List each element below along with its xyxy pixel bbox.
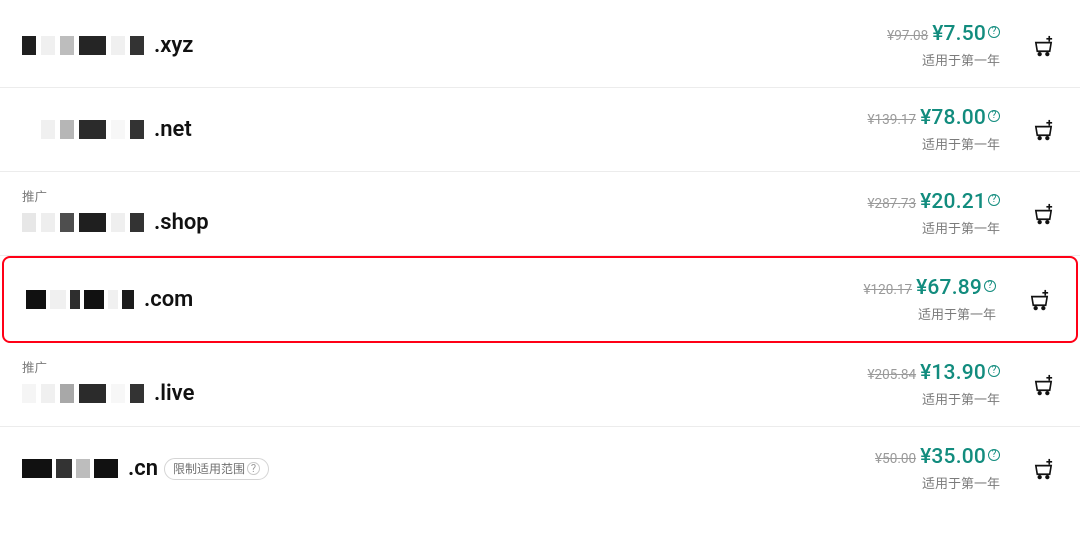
redacted-domain-name (26, 290, 134, 309)
add-to-cart-button[interactable] (1028, 370, 1058, 400)
domain-row-right: ¥120.17¥67.89? 适用于第一年 (863, 276, 1054, 323)
redacted-domain-name (22, 459, 118, 478)
price-group: ¥120.17¥67.89? 适用于第一年 (863, 276, 996, 323)
original-price: ¥120.17 (863, 282, 912, 298)
domain-row-left: .net (22, 117, 192, 142)
domain-row-left: 推广 .shop (22, 192, 209, 236)
domain-tld: .live (154, 381, 194, 406)
add-to-cart-icon (1028, 288, 1051, 311)
price-note: 适用于第一年 (922, 389, 1000, 408)
original-price: ¥50.00 (875, 451, 916, 467)
promo-tag: 推广 (22, 363, 194, 376)
domain-row: .com ¥120.17¥67.89? 适用于第一年 (2, 256, 1078, 343)
add-to-cart-icon (1032, 118, 1055, 141)
add-to-cart-button[interactable] (1028, 115, 1058, 145)
original-price: ¥97.08 (887, 28, 928, 44)
add-to-cart-button[interactable] (1024, 285, 1054, 315)
price-group: ¥205.84¥13.90? 适用于第一年 (867, 361, 1000, 408)
promo-tag: 推广 (22, 192, 209, 205)
price-group: ¥50.00¥35.00? 适用于第一年 (875, 445, 1000, 492)
domain-row: .cn限制适用范围?¥50.00¥35.00?适用于第一年 (0, 427, 1080, 510)
price-info-icon[interactable]: ? (988, 194, 1000, 206)
domain-tld: .xyz (154, 33, 193, 58)
restriction-badge[interactable]: 限制适用范围? (164, 458, 269, 480)
current-price: ¥67.89 (916, 276, 982, 300)
price-info-icon[interactable]: ? (988, 449, 1000, 461)
domain-line: .cn 限制适用范围? (22, 456, 269, 481)
domain-row: .xyz ¥97.08¥7.50? 适用于第一年 (0, 4, 1080, 88)
price-note: 适用于第一年 (922, 218, 1000, 237)
add-to-cart-icon (1032, 202, 1055, 225)
price-note: 适用于第一年 (922, 473, 1000, 492)
redacted-domain-name (22, 213, 144, 232)
domain-row: .net ¥139.17¥78.00? 适用于第一年 (0, 88, 1080, 172)
domain-search-results: .xyz ¥97.08¥7.50? 适用于第一年 .net ¥139.17¥78.00… (0, 0, 1080, 520)
current-price: ¥78.00 (920, 106, 986, 130)
domain-row: 推广 .shop ¥287.73¥20.21? 适用于第一年 (0, 172, 1080, 256)
price-group: ¥287.73¥20.21? 适用于第一年 (867, 190, 1000, 237)
domain-row-right: ¥97.08¥7.50? 适用于第一年 (887, 22, 1058, 69)
original-price: ¥139.17 (867, 112, 916, 128)
add-to-cart-icon (1032, 373, 1055, 396)
domain-row-right: ¥205.84¥13.90? 适用于第一年 (867, 361, 1058, 408)
price-note: 适用于第一年 (918, 304, 996, 323)
redacted-domain-name (22, 384, 144, 403)
domain-line: .net (22, 117, 192, 142)
domain-tld: .com (144, 287, 193, 312)
add-to-cart-button[interactable] (1028, 31, 1058, 61)
domain-line: .xyz (22, 33, 193, 58)
domain-tld: .shop (154, 210, 209, 235)
original-price: ¥287.73 (867, 196, 916, 212)
price-line: ¥50.00¥35.00? (875, 445, 1000, 469)
price-note: 适用于第一年 (922, 50, 1000, 69)
price-group: ¥139.17¥78.00? 适用于第一年 (867, 106, 1000, 153)
domain-line: .live (22, 381, 194, 406)
price-line: ¥139.17¥78.00? (867, 106, 1000, 130)
price-group: ¥97.08¥7.50? 适用于第一年 (887, 22, 1000, 69)
domain-row-left: .xyz (22, 33, 193, 58)
price-line: ¥287.73¥20.21? (867, 190, 1000, 214)
current-price: ¥35.00 (920, 445, 986, 469)
domain-row-right: ¥139.17¥78.00? 适用于第一年 (867, 106, 1058, 153)
domain-tld: .net (154, 117, 192, 142)
redacted-domain-name (22, 120, 144, 139)
domain-row-right: ¥50.00¥35.00? 适用于第一年 (875, 445, 1058, 492)
price-info-icon[interactable]: ? (988, 110, 1000, 122)
domain-row-left: .com (26, 287, 193, 312)
price-note: 适用于第一年 (922, 134, 1000, 153)
price-line: ¥205.84¥13.90? (867, 361, 1000, 385)
price-info-icon[interactable]: ? (984, 280, 996, 292)
domain-row-left: 推广 .live (22, 363, 194, 407)
restriction-badge-label: 限制适用范围 (173, 460, 245, 477)
domain-row: 推广 .live ¥205.84¥13.90? 适用于第一年 (0, 343, 1080, 427)
original-price: ¥205.84 (867, 367, 916, 383)
domain-row-right: ¥287.73¥20.21? 适用于第一年 (867, 190, 1058, 237)
redacted-domain-name (22, 36, 144, 55)
current-price: ¥20.21 (920, 190, 986, 214)
price-info-icon[interactable]: ? (988, 365, 1000, 377)
current-price: ¥7.50 (932, 22, 986, 46)
add-to-cart-button[interactable] (1028, 454, 1058, 484)
help-icon[interactable]: ? (247, 462, 260, 475)
price-line: ¥97.08¥7.50? (887, 22, 1000, 46)
price-info-icon[interactable]: ? (988, 26, 1000, 38)
current-price: ¥13.90 (920, 361, 986, 385)
price-line: ¥120.17¥67.89? (863, 276, 996, 300)
add-to-cart-icon (1032, 457, 1055, 480)
domain-line: .shop (22, 210, 209, 235)
add-to-cart-icon (1032, 34, 1055, 57)
domain-tld: .cn (128, 456, 158, 481)
domain-row-left: .cn 限制适用范围? (22, 456, 269, 481)
add-to-cart-button[interactable] (1028, 199, 1058, 229)
domain-line: .com (26, 287, 193, 312)
